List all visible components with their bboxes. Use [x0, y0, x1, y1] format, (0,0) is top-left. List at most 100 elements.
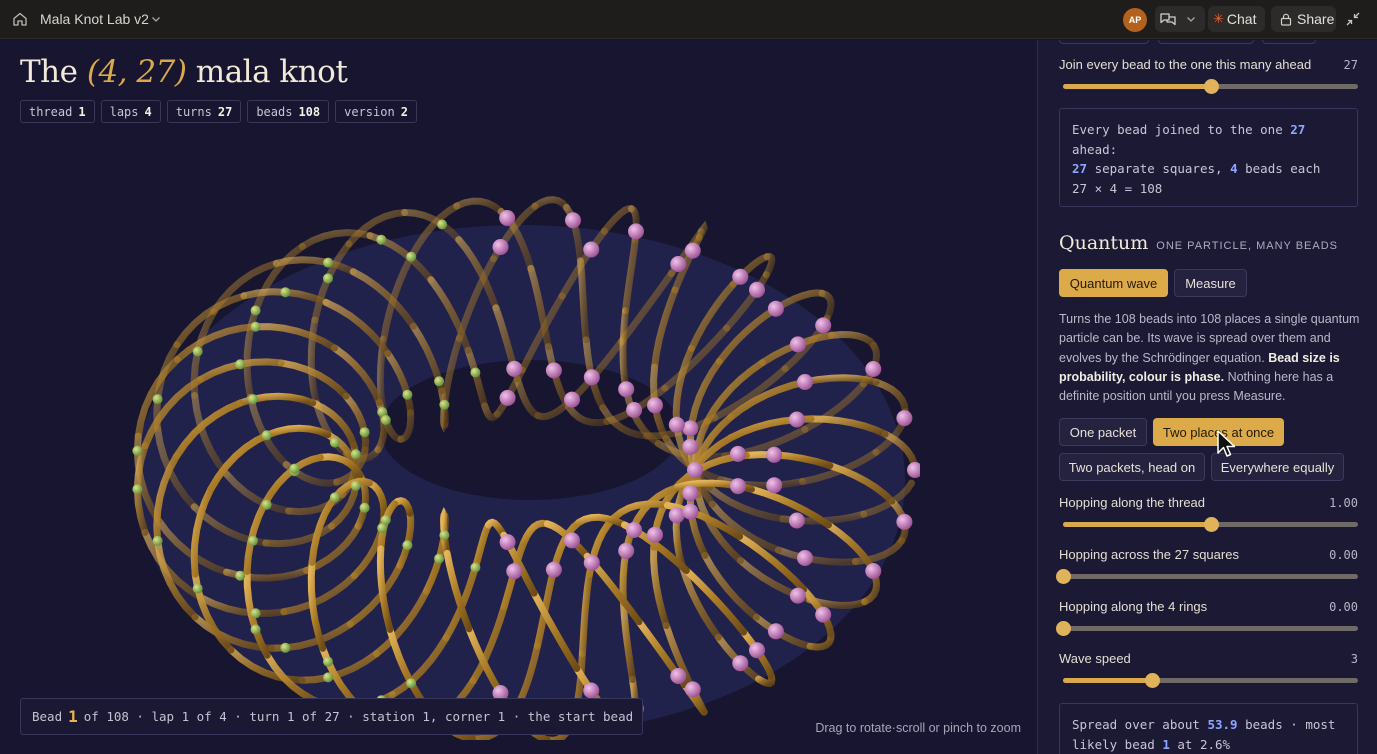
bead[interactable]: [250, 321, 261, 332]
bead[interactable]: [896, 410, 913, 427]
slider-track[interactable]: [1056, 569, 1358, 584]
measure-button[interactable]: Measure: [1174, 269, 1247, 297]
bead[interactable]: [323, 257, 334, 268]
bead[interactable]: [261, 499, 272, 510]
bead[interactable]: [499, 389, 516, 406]
bead[interactable]: [470, 367, 481, 378]
bead[interactable]: [865, 361, 882, 377]
bead[interactable]: [402, 540, 413, 551]
bead[interactable]: [280, 287, 291, 298]
preset-two-packets[interactable]: Two packets, head on: [1059, 453, 1205, 481]
bead[interactable]: [377, 523, 388, 533]
bead[interactable]: [684, 681, 701, 698]
bead[interactable]: [350, 449, 361, 460]
slider-thumb[interactable]: [1144, 673, 1160, 688]
bead[interactable]: [767, 623, 784, 640]
bead[interactable]: [668, 507, 685, 524]
bead[interactable]: [766, 477, 783, 494]
bead[interactable]: [406, 678, 417, 689]
bead[interactable]: [152, 394, 163, 405]
avatar[interactable]: AP: [1123, 8, 1147, 32]
bead[interactable]: [896, 513, 913, 530]
bead[interactable]: [583, 554, 600, 571]
bead[interactable]: [815, 606, 832, 623]
bead[interactable]: [402, 389, 413, 400]
bead[interactable]: [682, 420, 699, 437]
bead[interactable]: [565, 212, 581, 229]
hopping-squares-slider[interactable]: Hopping across the 27 squares 0.00: [1056, 547, 1358, 584]
bead[interactable]: [628, 223, 644, 240]
bead[interactable]: [470, 562, 481, 573]
chevron-down-icon[interactable]: [151, 14, 161, 24]
quantum-wave-button[interactable]: Quantum wave: [1059, 269, 1168, 297]
bead[interactable]: [618, 381, 635, 398]
bead[interactable]: [434, 376, 445, 387]
slider-track[interactable]: [1063, 79, 1358, 94]
bead[interactable]: [323, 273, 333, 284]
bead[interactable]: [250, 305, 261, 316]
bead[interactable]: [248, 394, 258, 405]
bead[interactable]: [668, 416, 685, 433]
bead[interactable]: [350, 480, 361, 491]
bead[interactable]: [789, 336, 806, 353]
bead[interactable]: [152, 535, 163, 546]
cutoff-button[interactable]: [1158, 40, 1254, 44]
bead[interactable]: [545, 362, 562, 379]
bead[interactable]: [439, 399, 450, 410]
slider-track[interactable]: [1056, 621, 1358, 636]
bead[interactable]: [280, 642, 291, 653]
bead[interactable]: [545, 561, 562, 578]
bead[interactable]: [865, 563, 882, 579]
bead[interactable]: [250, 624, 261, 635]
bead[interactable]: [434, 553, 445, 564]
bead[interactable]: [766, 446, 783, 463]
bead[interactable]: [564, 391, 580, 408]
share-button[interactable]: Share: [1271, 6, 1336, 32]
bead[interactable]: [506, 563, 523, 580]
bead[interactable]: [499, 534, 516, 551]
torus-knot-render[interactable]: [120, 180, 920, 740]
bead[interactable]: [618, 542, 635, 559]
bead[interactable]: [329, 492, 340, 503]
bead[interactable]: [437, 219, 448, 230]
slider-thumb[interactable]: [1203, 79, 1219, 94]
bead[interactable]: [359, 427, 370, 438]
bead[interactable]: [732, 655, 749, 672]
bead[interactable]: [250, 608, 261, 619]
bead[interactable]: [583, 369, 600, 386]
cutoff-button[interactable]: [1262, 40, 1316, 44]
bead[interactable]: [815, 317, 832, 334]
bead[interactable]: [261, 430, 272, 441]
bead[interactable]: [670, 256, 687, 272]
app-title[interactable]: Mala Knot Lab v2: [40, 11, 149, 27]
wave-speed-slider[interactable]: Wave speed 3: [1059, 651, 1358, 688]
home-icon[interactable]: [12, 11, 28, 27]
bead[interactable]: [626, 522, 643, 538]
bead[interactable]: [797, 550, 813, 566]
bead[interactable]: [192, 583, 203, 594]
chats-menu-button[interactable]: [1155, 6, 1205, 32]
bead[interactable]: [235, 570, 246, 581]
bead[interactable]: [647, 397, 663, 414]
bead[interactable]: [682, 503, 699, 520]
bead[interactable]: [670, 668, 687, 684]
bead[interactable]: [647, 526, 663, 543]
slider-track[interactable]: [1063, 517, 1358, 532]
bead[interactable]: [583, 241, 600, 258]
knot-viewport[interactable]: The (4, 27) mala knot thread 1 laps 4 turn…: [0, 40, 1037, 754]
bead[interactable]: [439, 530, 450, 541]
bead[interactable]: [789, 587, 806, 604]
bead[interactable]: [192, 346, 203, 357]
slider-thumb[interactable]: [1056, 569, 1071, 584]
bead[interactable]: [767, 300, 784, 317]
bead[interactable]: [499, 210, 516, 226]
bead[interactable]: [564, 532, 580, 549]
bead[interactable]: [323, 656, 333, 667]
slider-track[interactable]: [1063, 673, 1358, 688]
join-slider[interactable]: Join every bead to the one this many ahe…: [1059, 57, 1358, 94]
control-panel[interactable]: Join every bead to the one this many ahe…: [1037, 40, 1377, 754]
cutoff-button[interactable]: [1059, 40, 1149, 44]
bead[interactable]: [506, 360, 523, 377]
bead[interactable]: [788, 512, 805, 529]
bead[interactable]: [749, 281, 765, 298]
